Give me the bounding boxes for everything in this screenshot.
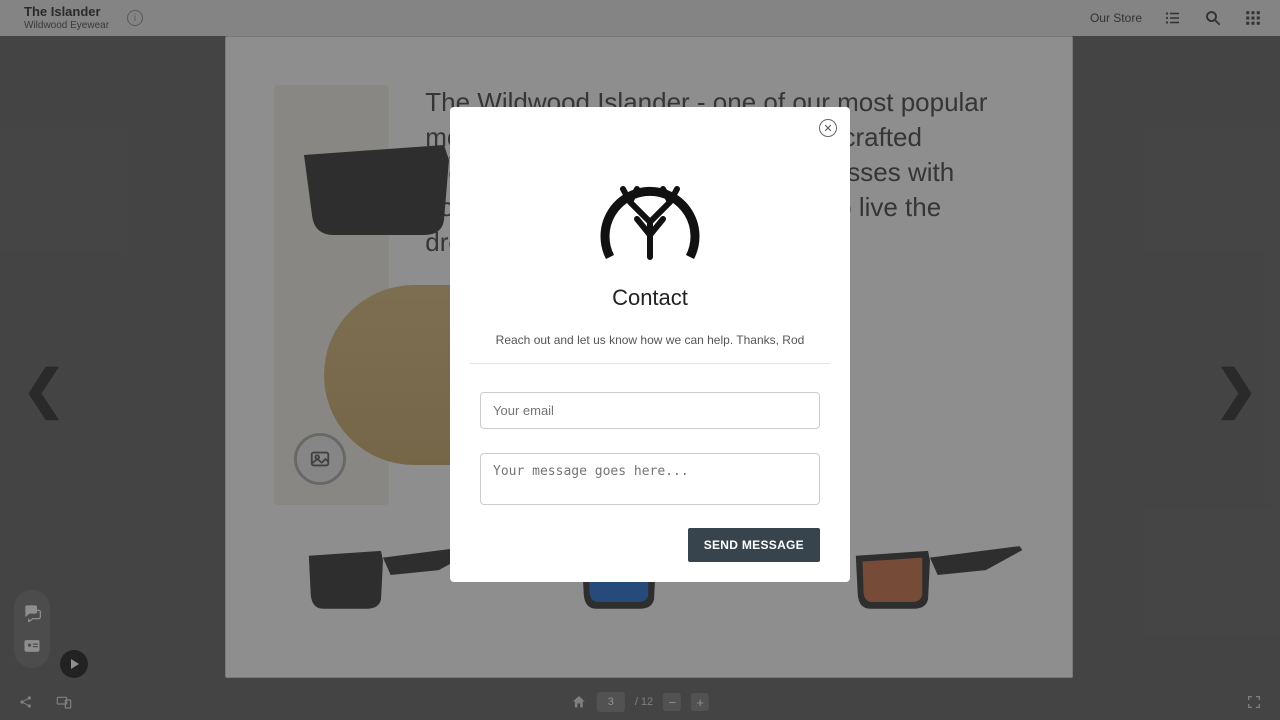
- contact-modal: ✕ Contact Reach out and let us know how …: [450, 107, 850, 582]
- modal-title: Contact: [450, 285, 850, 311]
- email-field[interactable]: [480, 392, 820, 429]
- brand-logo: [450, 167, 850, 267]
- modal-subtitle: Reach out and let us know how we can hel…: [450, 333, 850, 347]
- message-field[interactable]: [480, 453, 820, 505]
- close-icon[interactable]: ✕: [819, 119, 837, 137]
- send-message-button[interactable]: SEND MESSAGE: [688, 528, 820, 562]
